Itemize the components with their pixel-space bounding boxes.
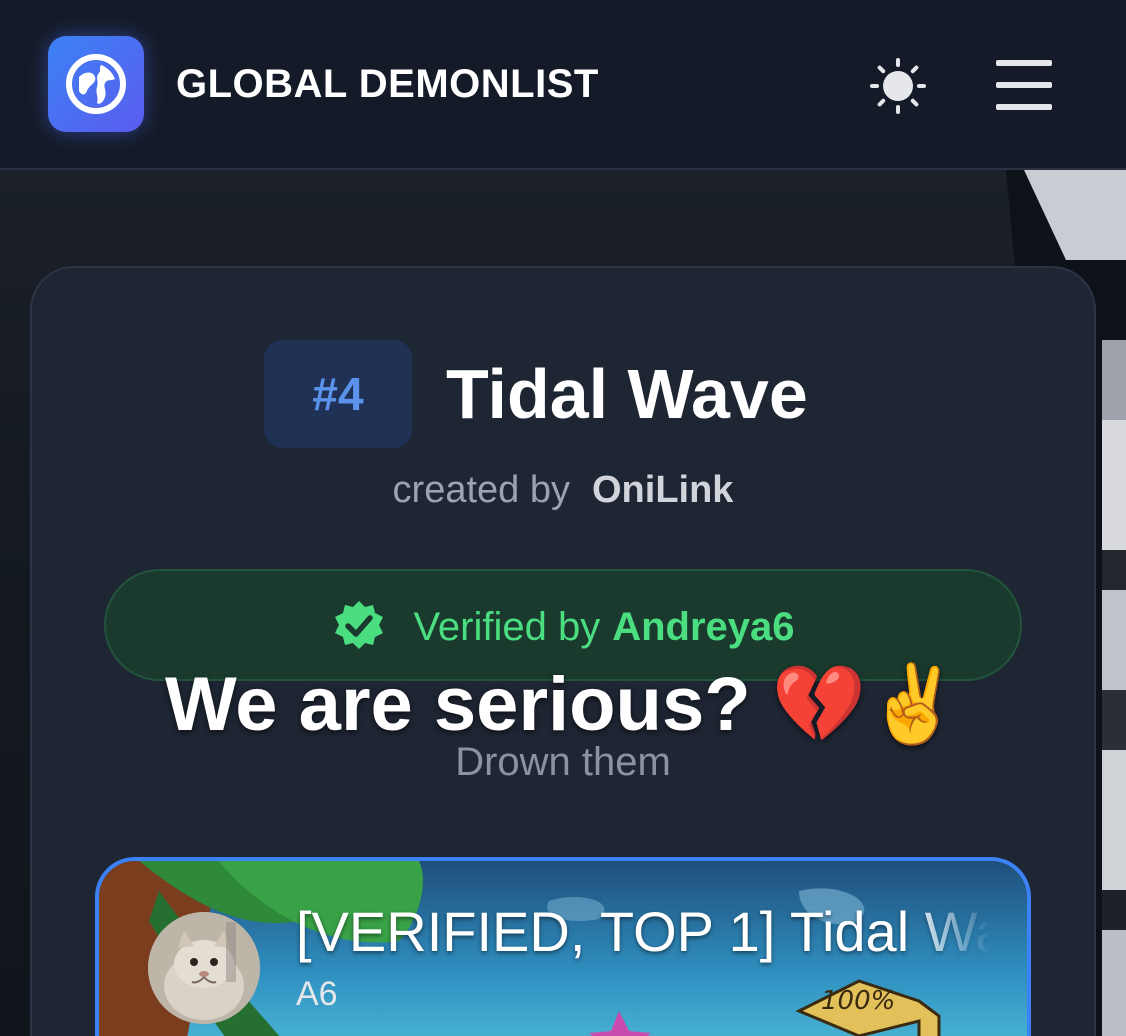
menu-line	[996, 104, 1052, 110]
rank-badge: #4	[264, 340, 412, 448]
hamburger-menu-icon[interactable]	[992, 60, 1056, 110]
verified-badge-icon	[331, 599, 387, 655]
page: GLOBAL DEMONLIST #4 Tidal Wave created b…	[0, 0, 1126, 1036]
globe-icon	[66, 54, 126, 114]
level-title: Tidal Wave	[446, 355, 808, 433]
top-header: GLOBAL DEMONLIST	[0, 0, 1126, 170]
verified-prefix: Verified by	[413, 605, 601, 649]
menu-line	[996, 82, 1052, 88]
sun-icon	[870, 58, 926, 114]
video-channel[interactable]: A6	[296, 972, 338, 1016]
channel-avatar[interactable]	[148, 912, 260, 1024]
creator-line: created by OniLink	[0, 464, 1126, 516]
theme-toggle-button[interactable]	[866, 54, 930, 118]
creator-prefix: created by	[392, 469, 570, 511]
cat-avatar-icon	[148, 912, 260, 1024]
site-title[interactable]: GLOBAL DEMONLIST	[176, 60, 599, 108]
level-description: Drown them	[455, 740, 671, 784]
site-logo[interactable]	[48, 36, 144, 132]
creator-link[interactable]: OniLink	[592, 469, 733, 511]
sign-text: 100%	[821, 986, 895, 1016]
video-title[interactable]: [VERIFIED, TOP 1] Tidal Wave	[296, 896, 990, 968]
menu-line	[996, 60, 1052, 66]
verifier-link[interactable]: Andreya6	[612, 599, 794, 655]
